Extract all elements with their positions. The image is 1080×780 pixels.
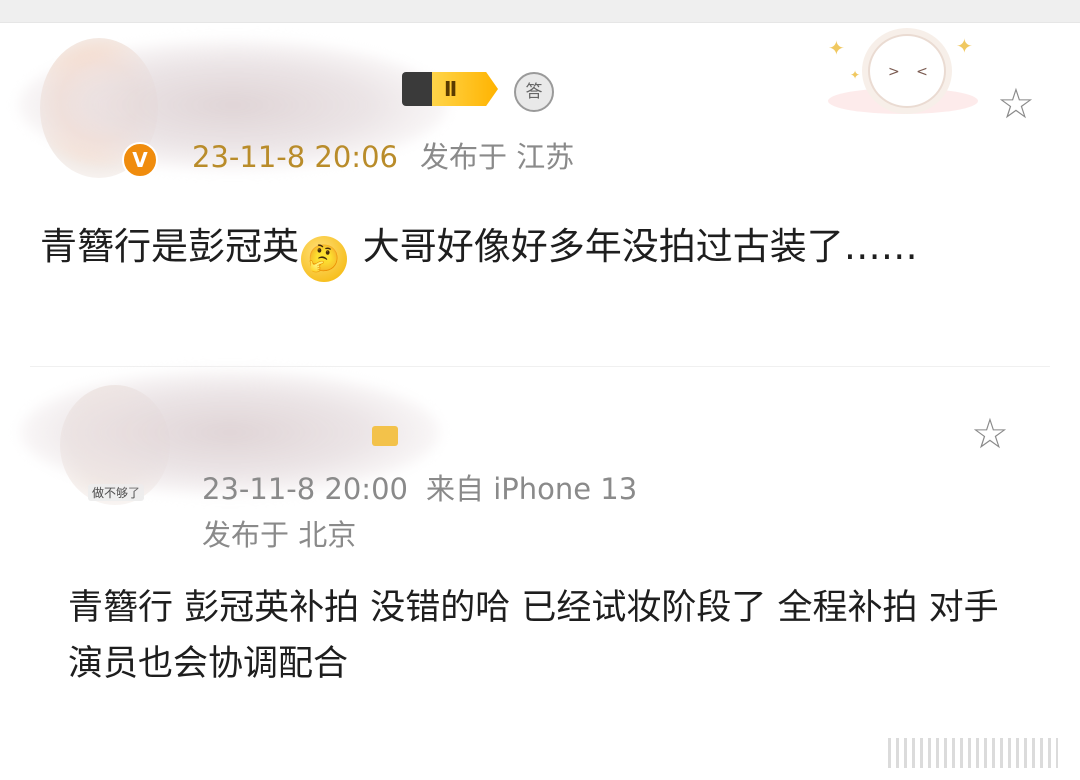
post-timestamp: 23-11-8 20:00 [202, 472, 408, 506]
medal-icon[interactable]: 答 [514, 72, 554, 112]
thinking-emoji-icon: 🤔 [301, 236, 347, 282]
favorite-star-icon[interactable]: ☆ [994, 82, 1038, 126]
top-bar [0, 0, 1080, 23]
level-badge-icon [372, 426, 398, 446]
post-location: 发布于 北京 [202, 518, 357, 552]
post-meta: 23-11-8 20:00 来自 iPhone 13 [202, 466, 637, 508]
sparkle-icon: ✦ [828, 36, 845, 60]
vip-badge-icon: V [122, 142, 158, 178]
level-badge-dark [402, 72, 432, 106]
post-content: 青簪行是彭冠英 🤔 大哥好像好多年没拍过古装了…… [40, 218, 1020, 282]
post-source: 来自 iPhone 13 [425, 472, 638, 506]
post-content: 青簪行 彭冠英补拍 没错的哈 已经试妆阶段了 全程补拍 对手演员也会协调配合 [68, 588, 999, 684]
sparkle-icon: ✦ [850, 68, 861, 82]
sparkle-icon: ✦ [956, 34, 973, 58]
watermark [888, 738, 1058, 768]
level-badge-icon[interactable]: Ⅱ [402, 72, 498, 106]
post-divider [30, 366, 1050, 367]
sheep-face-icon: > < [868, 34, 946, 108]
post-timestamp: 23-11-8 20:06 [192, 140, 398, 174]
post-text-part2: 大哥好像好多年没拍过古装了…… [351, 225, 918, 268]
post-meta: 23-11-8 20:06 发布于 江苏 [192, 134, 574, 176]
favorite-star-icon[interactable]: ☆ [968, 412, 1012, 456]
sheep-sticker-icon: > < ✦ ✦ ✦ [820, 28, 980, 118]
post-location: 发布于 江苏 [419, 140, 575, 174]
post-text-part1: 青簪行是彭冠英 [40, 225, 299, 268]
level-badge-label: Ⅱ [432, 72, 498, 106]
